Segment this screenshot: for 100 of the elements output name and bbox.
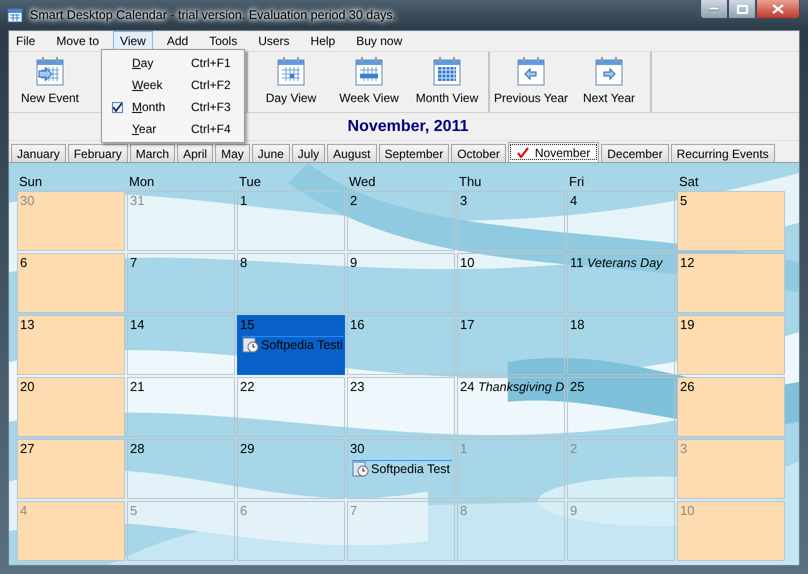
- toolbar-button[interactable]: Month View: [408, 52, 486, 112]
- close-button[interactable]: [756, 0, 800, 19]
- day-number: 6: [240, 503, 248, 518]
- menu-item[interactable]: Move to: [49, 31, 106, 51]
- menu-item[interactable]: Tools: [202, 31, 244, 51]
- day-cell[interactable]: 4: [567, 191, 675, 251]
- day-cell[interactable]: 25: [567, 377, 675, 437]
- toolbar-button[interactable]: Next Year: [570, 52, 648, 112]
- toolbar-button[interactable]: Previous Year: [492, 52, 570, 112]
- day-cell[interactable]: 3: [457, 191, 565, 251]
- month-tab[interactable]: August: [327, 144, 376, 162]
- day-number: 4: [570, 193, 578, 208]
- day-cell[interactable]: 15 Softpedia Testi: [237, 315, 345, 375]
- month-tab[interactable]: July: [292, 144, 326, 162]
- day-cell[interactable]: 5: [677, 191, 785, 251]
- month-tab[interactable]: January: [11, 144, 66, 162]
- month-tab[interactable]: December: [601, 144, 669, 162]
- day-number: 1: [240, 193, 248, 208]
- day-cell[interactable]: 14: [127, 315, 235, 375]
- clock-icon: [242, 337, 260, 353]
- day-number: 8: [240, 255, 248, 270]
- day-number: 14: [130, 317, 144, 332]
- toolbar-button[interactable]: Week View: [330, 52, 408, 112]
- day-number: 30: [350, 441, 364, 456]
- day-cell[interactable]: 19: [677, 315, 785, 375]
- day-number: 8: [460, 503, 468, 518]
- event-item[interactable]: Softpedia Testi: [242, 336, 344, 353]
- menu-item[interactable]: Users: [251, 31, 297, 51]
- toolbar-button[interactable]: Day View: [252, 52, 330, 112]
- menu-entry[interactable]: Month Ctrl+F3: [102, 96, 244, 118]
- menu-item[interactable]: Buy now: [349, 31, 410, 51]
- menu-item[interactable]: Help: [304, 31, 342, 51]
- day-cell[interactable]: 11 Veterans Day: [567, 253, 675, 313]
- day-cell[interactable]: 28: [127, 439, 235, 499]
- day-number: 9: [570, 503, 578, 518]
- close-icon: [772, 4, 784, 14]
- calendar-right-arrow-icon: [593, 56, 625, 86]
- calendar-arrow-icon: [34, 56, 66, 86]
- day-cell[interactable]: 29: [237, 439, 345, 499]
- day-number: 2: [350, 193, 358, 208]
- day-cell[interactable]: 23: [347, 377, 455, 437]
- day-cell[interactable]: 17: [457, 315, 565, 375]
- minimize-icon: [709, 7, 719, 11]
- day-number: 22: [240, 379, 254, 394]
- day-number: 30: [20, 193, 34, 208]
- day-cell[interactable]: 7: [127, 253, 235, 313]
- day-number: 7: [350, 503, 358, 518]
- day-number: 12: [680, 255, 694, 270]
- weekday-header: Mon: [128, 174, 156, 189]
- day-number: 5: [680, 193, 688, 208]
- day-cell[interactable]: 27: [17, 439, 125, 499]
- menu-entry[interactable]: Day Ctrl+F1: [102, 52, 244, 74]
- month-tab[interactable]: February: [68, 144, 128, 162]
- day-number: 11: [570, 255, 584, 270]
- day-cell[interactable]: 1: [237, 191, 345, 251]
- day-cell[interactable]: 16: [347, 315, 455, 375]
- day-number: 21: [130, 379, 144, 394]
- day-number: 20: [20, 379, 34, 394]
- day-cell[interactable]: 24 Thanksgiving D: [457, 377, 565, 437]
- menu-item[interactable]: View: [113, 31, 153, 51]
- month-tab[interactable]: April: [177, 144, 214, 162]
- month-tab[interactable]: November: [508, 142, 600, 162]
- day-cell[interactable]: 9: [347, 253, 455, 313]
- day-cell[interactable]: 6: [17, 253, 125, 313]
- day-cell[interactable]: 13: [17, 315, 125, 375]
- event-item[interactable]: Softpedia Test: [352, 460, 452, 477]
- month-tab[interactable]: October: [451, 144, 506, 162]
- menu-item[interactable]: Add: [160, 31, 196, 51]
- day-cell[interactable]: 21: [127, 377, 235, 437]
- minimize-button[interactable]: [700, 0, 728, 19]
- day-cell[interactable]: 10: [457, 253, 565, 313]
- day-cell[interactable]: 22: [237, 377, 345, 437]
- weekday-header: Fri: [568, 174, 586, 189]
- day-cell[interactable]: 2: [347, 191, 455, 251]
- menu-entry[interactable]: Year Ctrl+F4: [102, 118, 244, 140]
- day-cell[interactable]: 8: [237, 253, 345, 313]
- calendar-icon: [431, 56, 463, 86]
- month-tab[interactable]: May: [215, 144, 250, 162]
- month-tab[interactable]: March: [130, 144, 176, 162]
- day-number: 9: [350, 255, 358, 270]
- day-cell[interactable]: 20: [17, 377, 125, 437]
- toolbar-button[interactable]: New Event: [11, 52, 89, 112]
- day-number: 10: [460, 255, 474, 270]
- day-number: 3: [460, 193, 468, 208]
- menu-item[interactable]: File: [9, 31, 42, 51]
- menu-entry[interactable]: Week Ctrl+F2: [102, 74, 244, 96]
- maximize-button[interactable]: [728, 0, 756, 19]
- month-tab[interactable]: Recurring Events: [670, 144, 775, 162]
- day-cell[interactable]: 30 Softpedia Test: [347, 439, 455, 499]
- month-tab[interactable]: September: [378, 144, 450, 162]
- day-cell[interactable]: 18: [567, 315, 675, 375]
- day-number: 17: [460, 317, 474, 332]
- window-title: Smart Desktop Calendar - trial version. Evaluation period 30 days.: [30, 8, 398, 22]
- month-tab[interactable]: June: [252, 144, 290, 162]
- maximize-icon: [736, 4, 748, 14]
- day-cell[interactable]: 26: [677, 377, 785, 437]
- weekday-header: Wed: [348, 174, 376, 189]
- clock-icon: [352, 461, 370, 477]
- day-number: 23: [350, 379, 364, 394]
- day-cell[interactable]: 12: [677, 253, 785, 313]
